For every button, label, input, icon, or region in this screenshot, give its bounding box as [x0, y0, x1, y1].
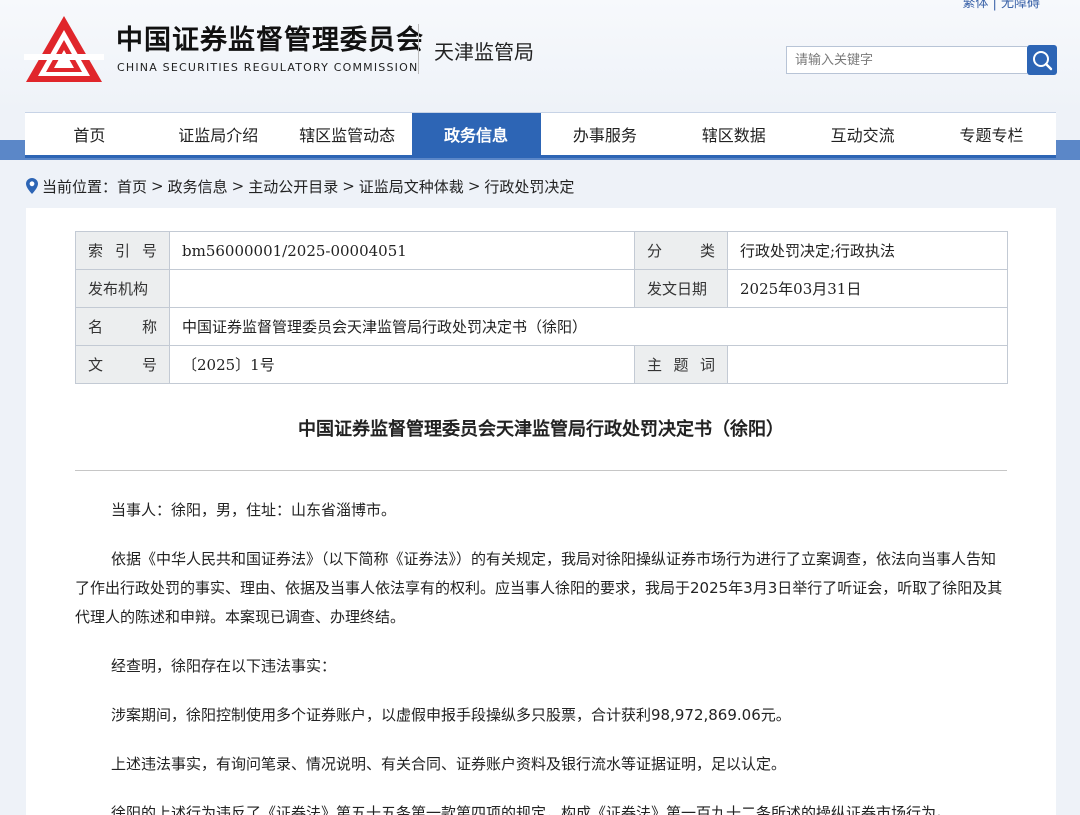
- paragraph: 经查明，徐阳存在以下违法事实：: [111, 657, 337, 675]
- label-char: 称: [141, 318, 157, 336]
- meta-label-category: 分类: [634, 231, 728, 270]
- search-icon: [1033, 51, 1053, 71]
- main-nav: 首页 证监局介绍 辖区监管动态 政务信息 办事服务 辖区数据 互动交流 专题专栏: [25, 112, 1056, 158]
- label-text: 分类: [647, 240, 715, 261]
- paragraph: 当事人：徐阳，男，住址：山东省淄博市。: [111, 501, 397, 519]
- meta-label-docno: 文号: [75, 345, 170, 384]
- header-divider: [418, 24, 419, 74]
- meta-label-date: 发文日期: [634, 269, 728, 308]
- search-button[interactable]: [1027, 45, 1057, 75]
- csrc-logo-icon[interactable]: [24, 14, 104, 84]
- breadcrumb: 当前位置： 首页 > 政务信息 > 主动公开目录 > 证监局文种体裁 > 行政处…: [26, 176, 574, 196]
- label-char: 文: [88, 356, 104, 374]
- label-text: 主题词: [647, 354, 715, 375]
- document-body: 当事人：徐阳，男，住址：山东省淄博市。 依据《中华人民共和国证券法》（以下简称《…: [75, 496, 1007, 815]
- nav-item-home[interactable]: 首页: [25, 113, 154, 155]
- label-char: 词: [699, 356, 715, 374]
- org-name-en: CHINA SECURITIES REGULATORY COMMISSION: [117, 61, 419, 74]
- label-text: 发文日期: [647, 280, 708, 298]
- nav-item-about[interactable]: 证监局介绍: [154, 113, 283, 155]
- label-char: 题: [673, 356, 689, 374]
- site-header: 繁体 | 无障碍 中国证券监督管理委员会 CHINA SECURITIES RE…: [0, 0, 1080, 112]
- nav-item-special-topics[interactable]: 专题专栏: [927, 113, 1056, 155]
- meta-row: 索引号 bm56000001/2025-00004051 分类 行政处罚决定;行…: [75, 231, 1008, 270]
- label-char: 引: [114, 242, 130, 260]
- meta-value-category: 行政处罚决定;行政执法: [727, 231, 1008, 270]
- meta-label-name: 名称: [75, 307, 170, 346]
- label-text: 索引号: [88, 240, 157, 261]
- nav-item-services[interactable]: 办事服务: [541, 113, 670, 155]
- meta-row: 文号 〔2025〕1号 主题词: [75, 345, 1008, 384]
- meta-label-index: 索引号: [75, 231, 170, 270]
- label-text: 名称: [88, 316, 157, 337]
- breadcrumb-prefix: 当前位置：: [42, 177, 118, 196]
- meta-row: 发布机构 发文日期 2025年03月31日: [75, 269, 1008, 308]
- label-char: 索: [88, 242, 104, 260]
- label-text: 发布机构: [88, 280, 149, 298]
- label-char: 主: [647, 356, 663, 374]
- meta-value-date: 2025年03月31日: [727, 269, 1008, 308]
- paragraph: 上述违法事实，有询问笔录、情况说明、有关合同、证券账户资料及银行流水等证据证明，…: [111, 755, 787, 773]
- meta-row: 名称 中国证券监督管理委员会天津监管局行政处罚决定书（徐阳）: [75, 307, 1008, 346]
- meta-value-publisher: [169, 269, 635, 308]
- label-char: 分: [647, 242, 663, 260]
- bureau-name: 天津监管局: [434, 40, 534, 64]
- meta-value-name: 中国证券监督管理委员会天津监管局行政处罚决定书（徐阳）: [169, 307, 1008, 346]
- breadcrumb-separator: >: [231, 177, 245, 195]
- breadcrumb-separator: >: [467, 177, 481, 195]
- nav-item-regional-data[interactable]: 辖区数据: [669, 113, 798, 155]
- org-name-cn: 中国证券监督管理委员会: [116, 25, 424, 56]
- paragraph: 徐阳的上述行为违反了《证券法》第五十五条第一款第四项的规定，构成《证券法》第一百…: [111, 804, 952, 815]
- breadcrumb-doc-types[interactable]: 证监局文种体裁: [359, 176, 464, 197]
- label-char: 号: [141, 356, 157, 374]
- nav-item-government-info[interactable]: 政务信息: [411, 113, 541, 155]
- location-pin-icon: [26, 178, 38, 194]
- label-text: 文号: [88, 354, 157, 375]
- nav-item-regional-news[interactable]: 辖区监管动态: [283, 113, 412, 155]
- top-links[interactable]: 繁体 | 无障碍: [962, 0, 1040, 11]
- document-title: 中国证券监督管理委员会天津监管局行政处罚决定书（徐阳）: [298, 419, 784, 440]
- content-panel: 索引号 bm56000001/2025-00004051 分类 行政处罚决定;行…: [26, 208, 1056, 815]
- search-input[interactable]: [786, 46, 1027, 74]
- title-divider: [75, 470, 1007, 471]
- meta-value-index: bm56000001/2025-00004051: [169, 231, 635, 270]
- label-char: 名: [88, 318, 104, 336]
- breadcrumb-separator: >: [151, 177, 164, 195]
- breadcrumb-home[interactable]: 首页: [117, 176, 147, 197]
- document-meta-table: 索引号 bm56000001/2025-00004051 分类 行政处罚决定;行…: [75, 231, 1008, 384]
- breadcrumb-separator: >: [342, 177, 355, 195]
- nav-item-interaction[interactable]: 互动交流: [798, 113, 927, 155]
- paragraph: 依据《中华人民共和国证券法》（以下简称《证券法》）的有关规定，我局对徐阳操纵证券…: [75, 550, 1003, 626]
- breadcrumb-government-info[interactable]: 政务信息: [168, 176, 228, 197]
- label-char: 号: [141, 242, 157, 260]
- breadcrumb-penalty-decisions[interactable]: 行政处罚决定: [484, 176, 574, 197]
- label-char: 类: [699, 242, 715, 260]
- paragraph: 涉案期间，徐阳控制使用多个证券账户，以虚假申报手段操纵多只股票，合计获利98,9…: [111, 706, 791, 724]
- breadcrumb-public-catalog[interactable]: 主动公开目录: [248, 176, 338, 197]
- meta-value-subject: [727, 345, 1008, 384]
- meta-value-docno: 〔2025〕1号: [169, 345, 635, 384]
- meta-label-subject: 主题词: [634, 345, 728, 384]
- meta-label-publisher: 发布机构: [75, 269, 170, 308]
